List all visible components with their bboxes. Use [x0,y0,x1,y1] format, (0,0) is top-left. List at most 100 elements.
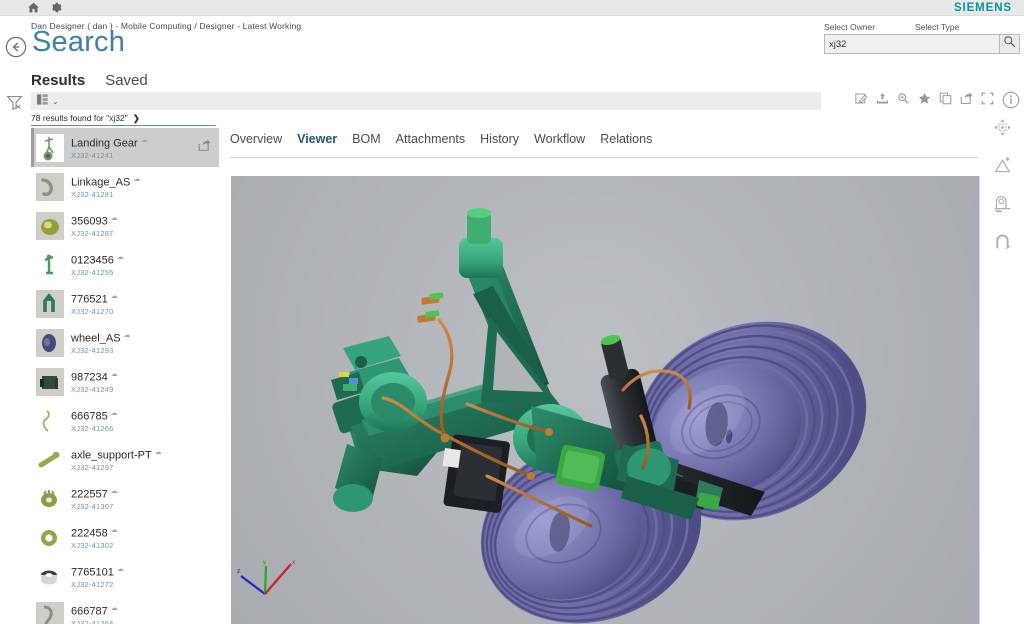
item-text: 987234 ☁ XJ32-41249 [71,368,219,396]
gear-icon[interactable] [51,2,62,13]
cloud-badge-icon: ☁ [110,409,118,417]
viewer-divider [979,176,980,624]
zoom-search-icon[interactable] [897,92,910,110]
chevron-down-icon[interactable]: ⌄ [52,97,59,106]
item-thumbnail [35,367,65,397]
list-item[interactable]: 776521 ☁ XJ32-41270 [31,284,219,323]
results-summary-text: 78 results found for "xj32" [31,113,128,123]
tab-relations[interactable]: Relations [600,132,652,146]
item-text: Linkage_AS ☁ XJ32-41281 [71,173,219,201]
svg-text:x: x [292,559,296,566]
info-icon[interactable] [1002,91,1020,114]
item-text: 666785 ☁ XJ32-41266 [71,407,219,435]
tab-viewer[interactable]: Viewer [297,132,337,146]
cloud-badge-icon: ☁ [154,448,162,456]
list-item[interactable]: 356093 ☁ XJ32-41287 [31,206,219,245]
edit-icon[interactable] [855,92,868,110]
tab-saved[interactable]: Saved [105,72,148,92]
viewer-tools [980,118,1024,256]
search-bar [824,34,1020,54]
item-id: XJ32-41297 [71,463,114,473]
item-thumbnail [35,562,65,592]
funnel-icon[interactable] [6,94,23,116]
list-item[interactable]: 222557 ☁ XJ32-41307 [31,479,219,518]
fullscreen-icon[interactable] [981,92,994,110]
flip-icon[interactable] [993,232,1012,256]
list-item[interactable]: Linkage_AS ☁ XJ32-41281 [31,167,219,206]
top-chrome-bar [0,0,1024,16]
results-expand-arrow[interactable]: ❯ [133,113,140,124]
item-text: wheel_AS ☁ XJ32-41293 [71,329,219,357]
cloud-badge-icon: ☁ [140,136,148,144]
detail-tabs: Overview Viewer BOM Attachments History Workf… [230,132,978,154]
results-list[interactable]: Landing Gear ☁ XJ32-41241 Linkage_AS ☁ XJ32-4… [31,128,219,624]
list-item[interactable]: 987234 ☁ XJ32-41249 [31,362,219,401]
item-text: 776521 ☁ XJ32-41270 [71,290,219,318]
landing-gear-model [331,208,867,624]
three-d-viewer[interactable]: z y x [231,176,980,624]
item-id: XJ32-41255 [71,268,114,278]
item-thumbnail [35,523,65,553]
search-button[interactable] [999,34,1020,54]
results-summary: 78 results found for "xj32" ❯ [31,111,216,126]
item-id: XJ32-41249 [71,385,114,395]
item-id: XJ32-41307 [71,502,114,512]
item-name: 7765101 ☁ [71,565,124,579]
list-item[interactable]: 0123456 ☁ XJ32-41255 [31,245,219,284]
item-id: XJ32-41293 [71,346,114,356]
item-thumbnail [35,289,65,319]
select-type-label[interactable]: Select Type [915,22,959,32]
tab-results[interactable]: Results [31,72,86,94]
item-thumbnail [35,211,65,241]
cloud-badge-icon: ☁ [110,487,118,495]
list-item[interactable]: axle_support-PT ☁ XJ32-41297 [31,440,219,479]
page-title: Search [32,26,126,58]
item-id: XJ32-41266 [71,424,114,434]
list-item[interactable]: 666785 ☁ XJ32-41266 [31,401,219,440]
grid-view-icon[interactable] [37,92,49,110]
item-thumbnail [35,445,65,475]
tab-bom[interactable]: BOM [352,132,380,146]
tab-history[interactable]: History [480,132,519,146]
axis-triad: z y x [235,554,305,602]
item-id: XJ32-41302 [71,541,114,551]
star-icon[interactable] [918,92,931,110]
tab-attachments[interactable]: Attachments [396,132,465,146]
item-share-icon[interactable] [198,138,211,157]
list-item[interactable]: 222458 ☁ XJ32-41302 [31,518,219,557]
cloud-badge-icon: ☁ [110,604,118,612]
siemens-logo: SIEMENS [953,2,1012,14]
item-text: Landing Gear ☁ XJ32-41241 [71,134,198,162]
item-name: Linkage_AS ☁ [71,175,141,189]
measure-icon[interactable] [993,156,1012,180]
section-icon[interactable] [993,194,1012,218]
tab-overview[interactable]: Overview [230,132,282,146]
list-item[interactable]: wheel_AS ☁ XJ32-41293 [31,323,219,362]
item-thumbnail [35,328,65,358]
back-arrow-icon[interactable] [5,36,27,63]
item-text: axle_support-PT ☁ XJ32-41297 [71,446,219,474]
list-item[interactable]: Landing Gear ☁ XJ32-41241 [31,128,219,167]
item-id: XJ32-41270 [71,307,114,317]
upload-icon[interactable] [876,92,889,110]
item-name: 222458 ☁ [71,526,118,540]
manipulate-icon[interactable] [993,118,1012,142]
list-item[interactable]: 666787 ☁ XJ32-41264 [31,596,219,624]
item-name: 666787 ☁ [71,604,118,618]
list-item[interactable]: 7765101 ☁ XJ32-41272 [31,557,219,596]
search-input[interactable] [824,34,999,54]
item-text: 7765101 ☁ XJ32-41272 [71,563,219,591]
copy-icon[interactable] [939,92,952,110]
item-id: XJ32-41264 [71,619,114,624]
item-text: 666787 ☁ XJ32-41264 [71,602,219,624]
item-name: axle_support-PT ☁ [71,448,162,462]
item-name: 666785 ☁ [71,409,118,423]
magnifier-icon [1003,35,1016,53]
svg-text:z: z [237,568,240,575]
cloud-badge-icon: ☁ [110,214,118,222]
home-icon[interactable] [28,2,39,13]
select-owner-label[interactable]: Select Owner [824,22,875,32]
cloud-badge-icon: ☁ [110,526,118,534]
tab-workflow[interactable]: Workflow [534,132,585,146]
share-icon[interactable] [960,92,973,110]
